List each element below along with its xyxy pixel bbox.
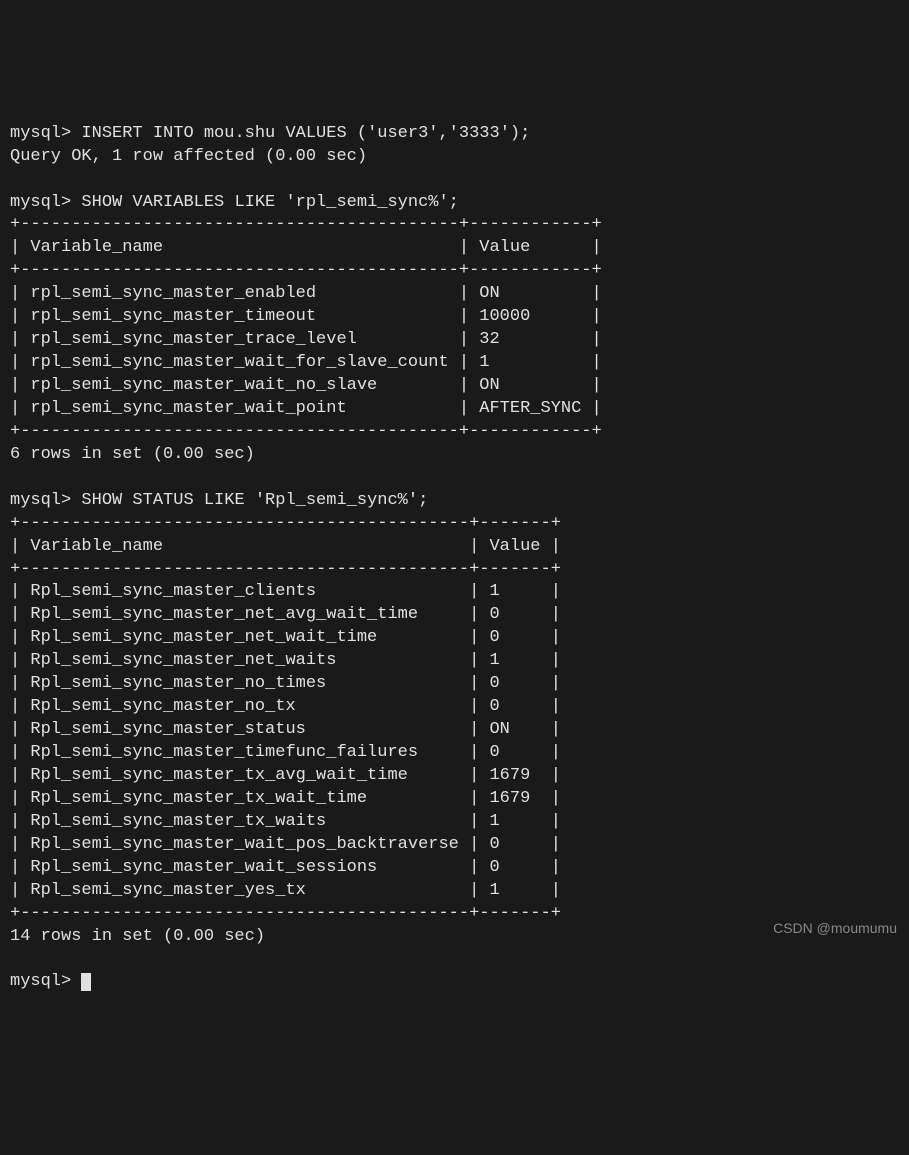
table2-border: +---------------------------------------… [10, 514, 561, 533]
table2-border: +---------------------------------------… [10, 904, 561, 923]
table2-row: | Rpl_semi_sync_master_net_wait_time | 0… [10, 628, 561, 647]
table1-header: | Variable_name | Value | [10, 238, 602, 257]
mysql-prompt[interactable]: mysql> [10, 972, 81, 991]
table2-row: | Rpl_semi_sync_master_wait_pos_backtrav… [10, 835, 561, 854]
table1-row: | rpl_semi_sync_master_enabled | ON | [10, 284, 602, 303]
table2-row: | Rpl_semi_sync_master_net_avg_wait_time… [10, 605, 561, 624]
table2-row: | Rpl_semi_sync_master_no_times | 0 | [10, 674, 561, 693]
command-show-status: SHOW STATUS LIKE 'Rpl_semi_sync%'; [81, 491, 428, 510]
table2-row: | Rpl_semi_sync_master_tx_waits | 1 | [10, 812, 561, 831]
table1-border: +---------------------------------------… [10, 215, 602, 234]
table1-row: | rpl_semi_sync_master_wait_point | AFTE… [10, 399, 602, 418]
table1-row: | rpl_semi_sync_master_timeout | 10000 | [10, 307, 602, 326]
table2-footer: 14 rows in set (0.00 sec) [10, 927, 265, 946]
mysql-prompt: mysql> [10, 193, 81, 212]
command-insert: INSERT INTO mou.shu VALUES ('user3','333… [81, 124, 530, 143]
table2-row: | Rpl_semi_sync_master_status | ON | [10, 720, 561, 739]
table2-row: | Rpl_semi_sync_master_tx_avg_wait_time … [10, 766, 561, 785]
table1-row: | rpl_semi_sync_master_wait_for_slave_co… [10, 353, 602, 372]
table2-border: +---------------------------------------… [10, 560, 561, 579]
mysql-prompt: mysql> [10, 124, 81, 143]
table1-row: | rpl_semi_sync_master_trace_level | 32 … [10, 330, 602, 349]
table2-row: | Rpl_semi_sync_master_net_waits | 1 | [10, 651, 561, 670]
table1-border: +---------------------------------------… [10, 422, 602, 441]
watermark-text: CSDN @moumumu [773, 919, 897, 938]
table1-footer: 6 rows in set (0.00 sec) [10, 445, 255, 464]
terminal-line: mysql> INSERT INTO mou.shu VALUES ('user… [10, 100, 899, 995]
insert-result: Query OK, 1 row affected (0.00 sec) [10, 147, 367, 166]
table2-row: | Rpl_semi_sync_master_timefunc_failures… [10, 743, 561, 762]
table2-row: | Rpl_semi_sync_master_no_tx | 0 | [10, 697, 561, 716]
cursor-icon[interactable] [81, 973, 91, 991]
table2-row: | Rpl_semi_sync_master_clients | 1 | [10, 582, 561, 601]
command-show-vars: SHOW VARIABLES LIKE 'rpl_semi_sync%'; [81, 193, 458, 212]
mysql-prompt: mysql> [10, 491, 81, 510]
table2-header: | Variable_name | Value | [10, 537, 561, 556]
table2-row: | Rpl_semi_sync_master_tx_wait_time | 16… [10, 789, 561, 808]
table2-row: | Rpl_semi_sync_master_yes_tx | 1 | [10, 881, 561, 900]
table1-row: | rpl_semi_sync_master_wait_no_slave | O… [10, 376, 602, 395]
table2-row: | Rpl_semi_sync_master_wait_sessions | 0… [10, 858, 561, 877]
table1-border: +---------------------------------------… [10, 261, 602, 280]
